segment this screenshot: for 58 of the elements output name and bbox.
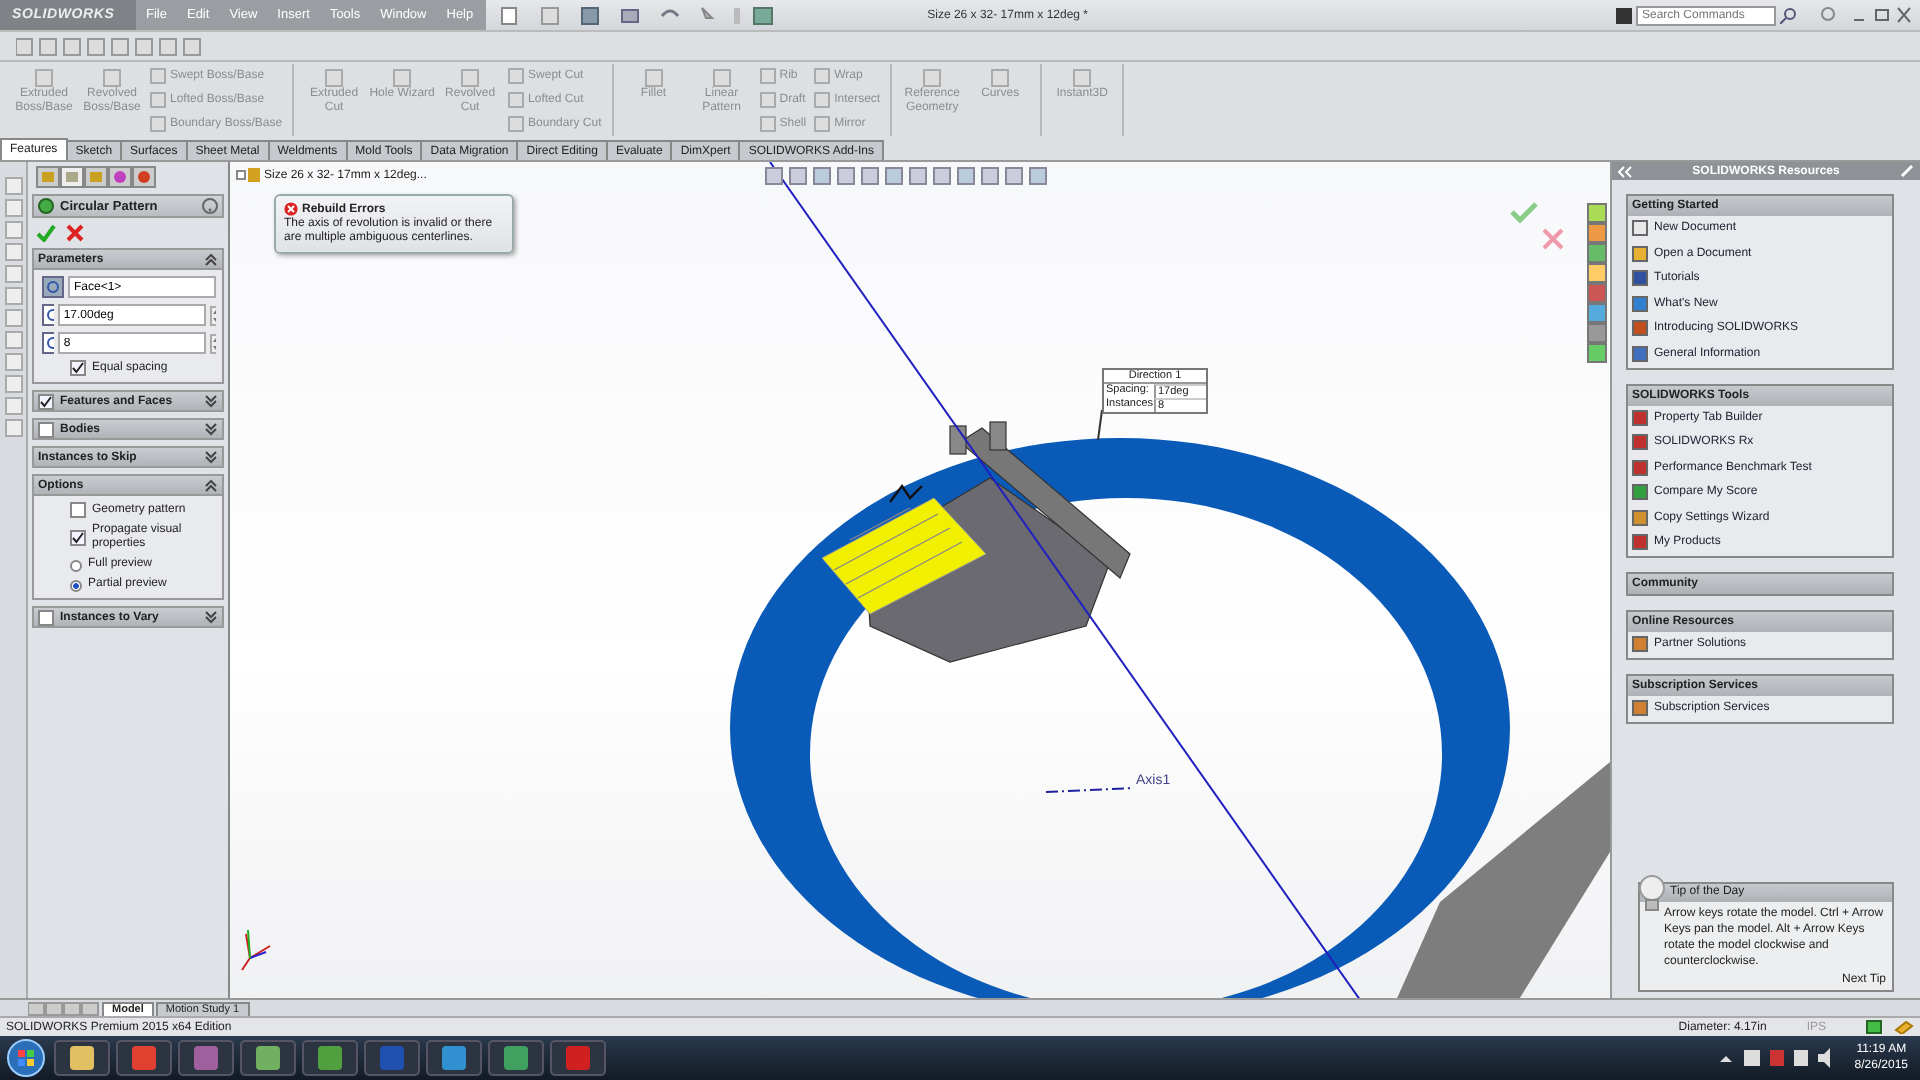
view-toolbar-drawing[interactable] [765,167,1047,185]
parameter-icon [42,304,54,326]
checkbox[interactable] [38,421,54,437]
app-icon[interactable] [488,1040,544,1076]
axis-centerline [1045,787,1135,793]
feature-icon [643,68,664,88]
ok-icon[interactable] [36,224,56,242]
app-icon[interactable] [240,1040,296,1076]
resource-icon [1632,700,1648,716]
help-icon[interactable] [1866,1020,1882,1034]
search-icon [1780,7,1796,23]
chevron-icon[interactable] [204,422,218,436]
resource-icon [1632,636,1648,652]
parameter-icon [42,276,64,298]
command-icon [1616,7,1632,23]
app-icon[interactable] [54,1040,110,1076]
radio-button[interactable] [70,579,82,591]
checkbox[interactable] [38,393,54,409]
spinner-icon[interactable] [209,305,216,325]
feature-icon [102,68,122,88]
feature-icon [460,68,481,88]
radio-button[interactable] [70,559,82,571]
chevron-icon[interactable] [204,394,218,408]
chevron-icon[interactable] [204,610,218,624]
checkbox[interactable] [70,360,86,376]
leader-line [1097,409,1103,441]
pattern-icon [38,198,54,214]
help-icon[interactable] [202,198,218,214]
chevron-icon[interactable] [204,478,218,492]
task-pane-tabs-drawing[interactable] [1587,203,1607,363]
start-button-icon[interactable] [4,1038,48,1078]
checkbox[interactable] [70,530,86,546]
app-icon[interactable] [116,1040,172,1076]
feature-icon [1072,68,1093,88]
checkbox[interactable] [38,609,54,625]
part-icon [236,168,260,184]
window-controls-drawing[interactable] [1820,6,1912,24]
feature-icon [990,68,1011,88]
app-icon[interactable] [426,1040,482,1076]
app-icon[interactable] [302,1040,358,1076]
feature-icon [324,68,345,88]
pin-icon[interactable] [1900,164,1914,178]
feature-icon [711,68,732,88]
triad-drawing [241,929,271,971]
cancel-icon[interactable] [66,224,84,242]
feature-icon [922,68,943,88]
error-icon [284,202,298,216]
chevron-icon[interactable] [204,450,218,464]
feature-icon [34,68,54,88]
chevron-icon[interactable] [204,252,218,266]
manager-tabs-drawing[interactable] [36,166,160,188]
view-tools-drawing[interactable] [16,37,206,55]
collapse-icon[interactable] [1618,165,1632,177]
checkbox[interactable] [70,502,86,518]
parameter-icon [42,332,54,354]
cancel-icon[interactable] [1542,228,1564,250]
spinner-icon[interactable] [209,333,216,353]
feature-icon [392,68,413,88]
